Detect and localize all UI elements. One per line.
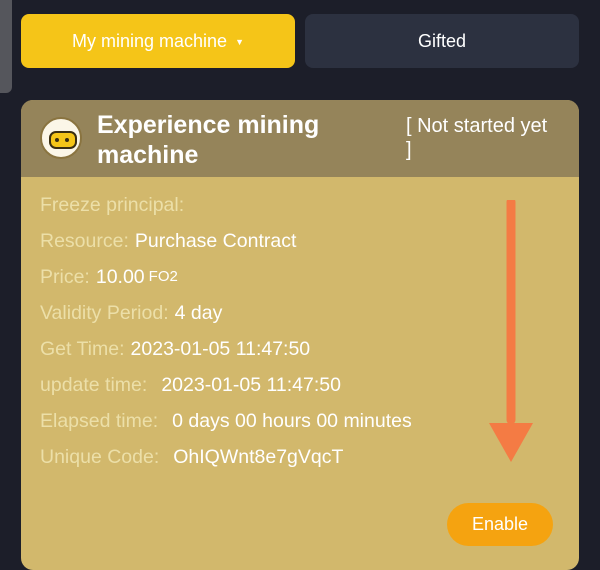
detail-row-update-time: update time: 2023-01-05 11:47:50 <box>40 373 412 409</box>
detail-value: 10.00 <box>95 266 145 288</box>
detail-label: Elapsed time: <box>40 410 159 432</box>
detail-label: Resource: <box>40 230 129 252</box>
detail-row-resource: Resource: Purchase Contract <box>40 229 412 265</box>
detail-label: Unique Code: <box>40 446 160 468</box>
detail-label: Price: <box>40 266 90 288</box>
card-title: Experience mining machine <box>97 111 320 169</box>
detail-value: 2023-01-05 11:47:50 <box>161 374 341 396</box>
details-list: Freeze principal: Resource: Purchase Con… <box>40 193 412 481</box>
tab-gifted[interactable]: Gifted <box>305 14 579 68</box>
arrow-down-icon <box>489 200 533 462</box>
detail-unit: FO2 <box>148 268 178 285</box>
detail-value: OhIQWnt8e7gVqcT <box>173 446 344 468</box>
side-drawer-edge <box>0 0 12 93</box>
status-badge: [ Not started yet ] <box>406 114 571 162</box>
tab-my-mining-machine[interactable]: My mining machine ▼ <box>21 14 295 68</box>
robot-icon <box>40 117 82 159</box>
detail-label: Get Time: <box>40 338 125 360</box>
mining-machine-card: Experience mining machine [ Not started … <box>21 100 579 570</box>
detail-row-unique-code: Unique Code: OhIQWnt8e7gVqcT <box>40 445 412 481</box>
status-text: [ Not started yet <box>406 115 548 137</box>
caret-down-icon: ▼ <box>235 37 244 47</box>
detail-value: 2023-01-05 11:47:50 <box>130 338 311 360</box>
detail-row-get-time: Get Time: 2023-01-05 11:47:50 <box>40 337 412 373</box>
status-bracket: ] <box>406 139 412 161</box>
detail-label: Freeze principal: <box>40 194 185 216</box>
detail-row-validity-period: Validity Period: 4 day <box>40 301 412 337</box>
card-header: Experience mining machine [ Not started … <box>21 100 579 177</box>
detail-value: 4 day <box>174 302 223 324</box>
tab-my-mining-machine-label: My mining machine <box>72 30 228 51</box>
tab-gifted-label: Gifted <box>417 30 467 51</box>
detail-row-freeze-principal: Freeze principal: <box>40 193 412 229</box>
detail-row-price: Price: 10.00 FO2 <box>40 265 412 301</box>
detail-row-elapsed-time: Elapsed time: 0 days 00 hours 00 minutes <box>40 409 412 445</box>
detail-value: Purchase Contract <box>134 230 297 252</box>
detail-label: Validity Period: <box>40 302 169 324</box>
detail-label: update time: <box>40 374 148 396</box>
enable-button[interactable]: Enable <box>447 503 553 546</box>
detail-value: 0 days 00 hours 00 minutes <box>172 410 412 432</box>
